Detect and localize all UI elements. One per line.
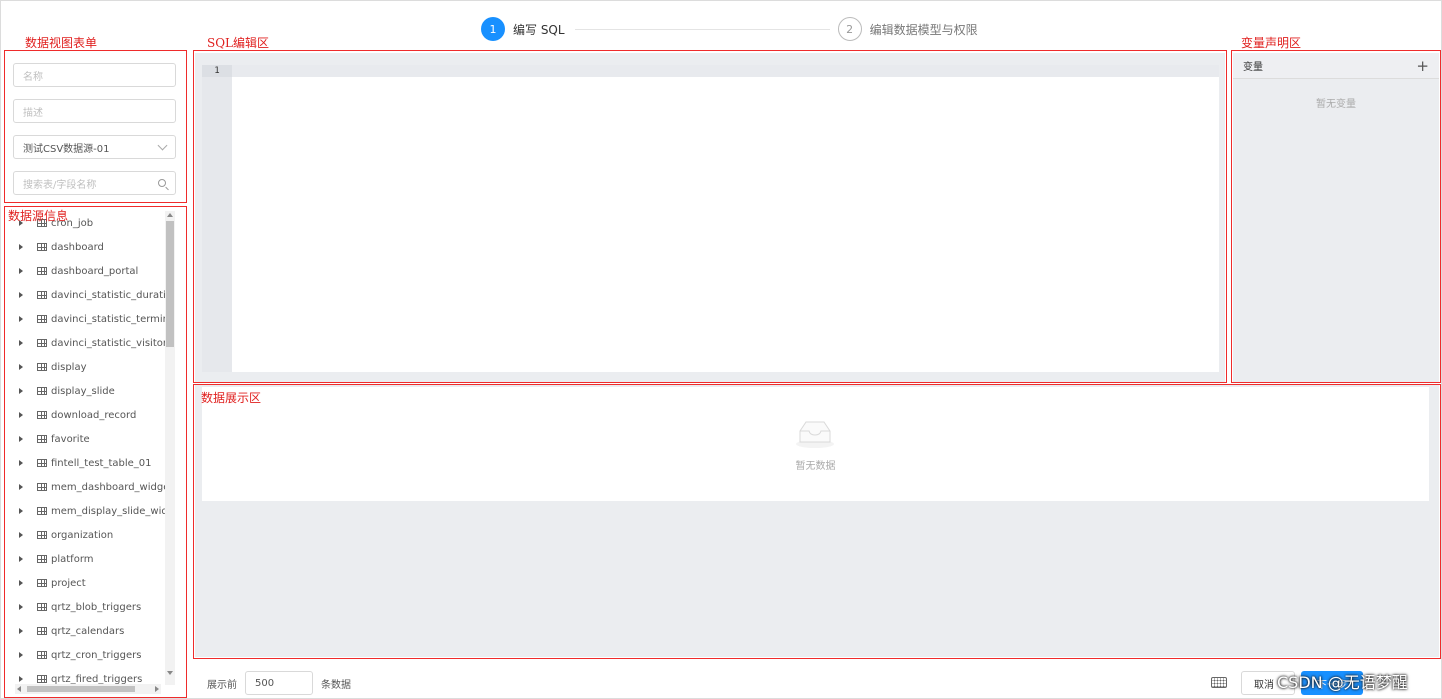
row-limit-input[interactable]: 500: [245, 671, 313, 695]
annotation-label-variables: 变量声明区: [1241, 36, 1302, 50]
step-1-indicator[interactable]: 1: [481, 17, 505, 41]
annotation-label-editor: SQL编辑区: [207, 36, 270, 50]
step-1-label[interactable]: 编写 SQL: [513, 21, 565, 38]
step-2-label[interactable]: 编辑数据模型与权限: [870, 21, 978, 38]
step-connector: [574, 28, 830, 30]
limit-suffix-label: 条数据: [321, 679, 351, 691]
annotation-box-form: [4, 50, 187, 203]
watermark: CSDN @无语梦醒: [1277, 673, 1408, 692]
annotation-label-form: 数据视图表单: [25, 36, 98, 50]
step-2-indicator[interactable]: 2: [837, 17, 862, 41]
annotation-box-source: [4, 206, 187, 698]
limit-prefix-label: 展示前: [207, 679, 237, 691]
annotation-label-source: 数据源信息: [8, 209, 69, 223]
annotation-box-variables: [1231, 50, 1441, 383]
view-editor-window: 1 编写 SQL 2 编辑数据模型与权限 名称 描述 测试CSV数据源-01 搜…: [0, 0, 1442, 699]
annotation-label-data: 数据展示区: [201, 391, 262, 405]
annotation-box-editor: [193, 50, 1227, 383]
keyboard-icon[interactable]: [1211, 677, 1227, 688]
steps-bar: 1 编写 SQL 2 编辑数据模型与权限: [481, 15, 978, 43]
footer-bar: 展示前 500 条数据 取消 下一步: [195, 668, 1441, 698]
annotation-box-data: [193, 384, 1441, 659]
